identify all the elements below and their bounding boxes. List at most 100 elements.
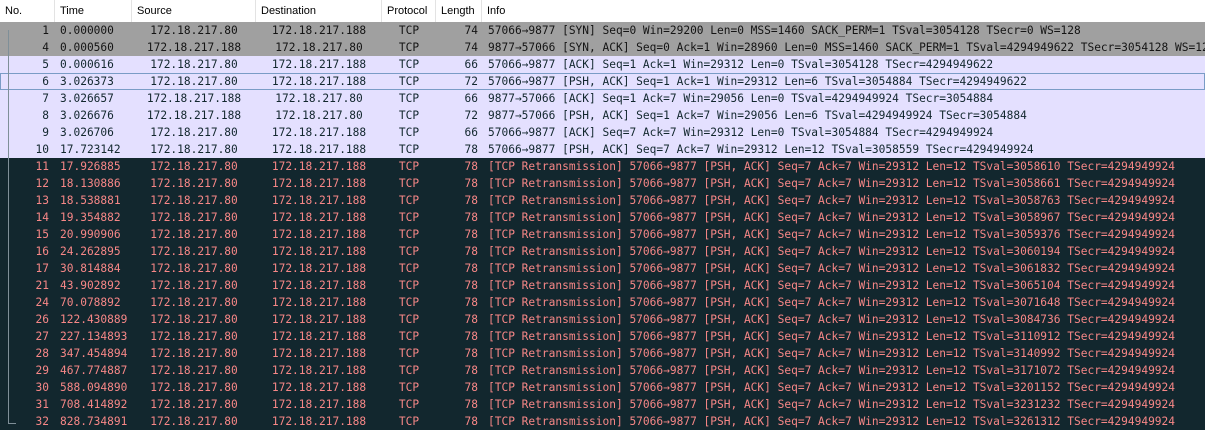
packet-info: [TCP Retransmission] 57066→9877 [PSH, AC… <box>488 262 1176 275</box>
column-header-no[interactable]: No. <box>0 0 55 22</box>
packet-destination: 172.18.217.188 <box>271 211 367 224</box>
packet-info: 57066→9877 [ACK] Seq=7 Ack=7 Win=29312 L… <box>488 126 994 139</box>
column-header-source[interactable]: Source <box>132 0 256 22</box>
packet-row[interactable]: 30 588.094890 172.18.217.80 172.18.217.188 T… <box>0 379 1205 396</box>
packet-row[interactable]: 28 347.454894 172.18.217.80 172.18.217.188 T… <box>0 345 1205 362</box>
packet-row[interactable]: 1 0.000000 172.18.217.80 172.18.217.188 TCP 7… <box>0 22 1205 39</box>
column-header-destination[interactable]: Destination <box>256 0 382 22</box>
packet-source: 172.18.217.188 <box>146 109 242 122</box>
packet-protocol: TCP <box>398 381 420 394</box>
packet-destination: 172.18.217.80 <box>275 41 363 54</box>
packet-row[interactable]: 8 3.026676 172.18.217.188 172.18.217.80 TCP 7… <box>0 107 1205 124</box>
packet-destination: 172.18.217.188 <box>271 194 367 207</box>
packet-protocol: TCP <box>398 279 420 292</box>
packet-row[interactable]: 32 828.734891 172.18.217.80 172.18.217.188 T… <box>0 413 1205 430</box>
packet-protocol: TCP <box>398 126 420 139</box>
column-header-info[interactable]: Info <box>482 0 1205 22</box>
packet-row[interactable]: 11 17.926885 172.18.217.80 172.18.217.188 TC… <box>0 158 1205 175</box>
packet-protocol: TCP <box>398 194 420 207</box>
packet-protocol: TCP <box>398 143 420 156</box>
packet-source: 172.18.217.80 <box>150 126 238 139</box>
column-header-time[interactable]: Time <box>55 0 132 22</box>
packet-source: 172.18.217.80 <box>150 211 238 224</box>
packet-protocol: TCP <box>398 398 420 411</box>
packet-source: 172.18.217.188 <box>146 92 242 105</box>
packet-protocol: TCP <box>398 296 420 309</box>
packet-source: 172.18.217.80 <box>150 364 238 377</box>
packet-row[interactable]: 9 3.026706 172.18.217.80 172.18.217.188 TCP 6… <box>0 124 1205 141</box>
packet-protocol: TCP <box>398 24 420 37</box>
packet-row[interactable]: 5 0.000616 172.18.217.80 172.18.217.188 TCP 6… <box>0 56 1205 73</box>
column-header-length[interactable]: Length <box>436 0 482 22</box>
conversation-bracket-end <box>8 423 16 424</box>
packet-row[interactable]: 16 24.262895 172.18.217.80 172.18.217.188 TC… <box>0 243 1205 260</box>
packet-length: 78 <box>464 245 478 258</box>
packet-destination: 172.18.217.188 <box>271 398 367 411</box>
packet-source: 172.18.217.80 <box>150 279 238 292</box>
packet-destination: 172.18.217.188 <box>271 75 367 88</box>
packet-info: 9877→57066 [PSH, ACK] Seq=1 Ack=7 Win=29… <box>488 109 1027 122</box>
packet-row[interactable]: 14 19.354882 172.18.217.80 172.18.217.188 TC… <box>0 209 1205 226</box>
packet-row[interactable]: 13 18.538881 172.18.217.80 172.18.217.188 TC… <box>0 192 1205 209</box>
packet-length: 78 <box>464 279 478 292</box>
packet-row[interactable]: 21 43.902892 172.18.217.80 172.18.217.188 TC… <box>0 277 1205 294</box>
packet-destination: 172.18.217.188 <box>271 245 367 258</box>
packet-row[interactable]: 24 70.078892 172.18.217.80 172.18.217.188 TC… <box>0 294 1205 311</box>
packet-row[interactable]: 15 20.990906 172.18.217.80 172.18.217.188 TC… <box>0 226 1205 243</box>
packet-destination: 172.18.217.188 <box>271 177 367 190</box>
packet-info: [TCP Retransmission] 57066→9877 [PSH, AC… <box>488 415 1176 428</box>
packet-time: 17.723142 <box>60 143 121 156</box>
packet-destination: 172.18.217.188 <box>271 228 367 241</box>
packet-time: 70.078892 <box>60 296 121 309</box>
packet-length: 78 <box>464 364 478 377</box>
packet-length: 78 <box>464 262 478 275</box>
packet-row[interactable]: 6 3.026373 172.18.217.80 172.18.217.188 TCP 7… <box>0 73 1205 90</box>
packet-time: 18.538881 <box>60 194 121 207</box>
packet-source: 172.18.217.80 <box>150 381 238 394</box>
packet-destination: 172.18.217.188 <box>271 58 367 71</box>
packet-protocol: TCP <box>398 75 420 88</box>
packet-time: 20.990906 <box>60 228 121 241</box>
packet-row[interactable]: 27 227.134893 172.18.217.80 172.18.217.188 T… <box>0 328 1205 345</box>
packet-protocol: TCP <box>398 313 420 326</box>
packet-source: 172.18.217.80 <box>150 228 238 241</box>
packet-protocol: TCP <box>398 330 420 343</box>
packet-destination: 172.18.217.188 <box>271 381 367 394</box>
packet-length: 78 <box>464 228 478 241</box>
packet-row[interactable]: 4 0.000560 172.18.217.188 172.18.217.80 TCP 7… <box>0 39 1205 56</box>
packet-row[interactable]: 10 17.723142 172.18.217.80 172.18.217.188 TC… <box>0 141 1205 158</box>
packet-time: 0.000616 <box>60 58 114 71</box>
conversation-bracket <box>8 30 9 424</box>
packet-time: 708.414892 <box>60 398 128 411</box>
packet-info: [TCP Retransmission] 57066→9877 [PSH, AC… <box>488 381 1176 394</box>
packet-row[interactable]: 31 708.414892 172.18.217.80 172.18.217.188 T… <box>0 396 1205 413</box>
packet-destination: 172.18.217.188 <box>271 296 367 309</box>
packet-info: 9877→57066 [SYN, ACK] Seq=0 Ack=1 Win=28… <box>488 41 1205 54</box>
packet-row[interactable]: 7 3.026657 172.18.217.188 172.18.217.80 TCP 6… <box>0 90 1205 107</box>
packet-length: 78 <box>464 381 478 394</box>
packet-row[interactable]: 17 30.814884 172.18.217.80 172.18.217.188 TC… <box>0 260 1205 277</box>
packet-time: 18.130886 <box>60 177 121 190</box>
packet-time: 30.814884 <box>60 262 121 275</box>
packet-info: 57066→9877 [PSH, ACK] Seq=7 Ack=7 Win=29… <box>488 143 1034 156</box>
packet-row[interactable]: 29 467.774887 172.18.217.80 172.18.217.188 T… <box>0 362 1205 379</box>
packet-protocol: TCP <box>398 415 420 428</box>
packet-destination: 172.18.217.80 <box>275 109 363 122</box>
packet-info: [TCP Retransmission] 57066→9877 [PSH, AC… <box>488 211 1176 224</box>
packet-info: [TCP Retransmission] 57066→9877 [PSH, AC… <box>488 398 1176 411</box>
packet-time: 3.026706 <box>60 126 114 139</box>
packet-time: 0.000560 <box>60 41 114 54</box>
packet-length: 78 <box>464 160 478 173</box>
packet-destination: 172.18.217.188 <box>271 143 367 156</box>
packet-source: 172.18.217.80 <box>150 330 238 343</box>
packet-length: 74 <box>464 41 478 54</box>
packet-info: [TCP Retransmission] 57066→9877 [PSH, AC… <box>488 177 1176 190</box>
column-header-protocol[interactable]: Protocol <box>382 0 436 22</box>
packet-info: 57066→9877 [ACK] Seq=1 Ack=1 Win=29312 L… <box>488 58 994 71</box>
packet-row[interactable]: 26 122.430889 172.18.217.80 172.18.217.188 T… <box>0 311 1205 328</box>
packet-time: 17.926885 <box>60 160 121 173</box>
packet-source: 172.18.217.80 <box>150 313 238 326</box>
packet-row[interactable]: 12 18.130886 172.18.217.80 172.18.217.188 TC… <box>0 175 1205 192</box>
packet-protocol: TCP <box>398 92 420 105</box>
packet-info: [TCP Retransmission] 57066→9877 [PSH, AC… <box>488 245 1176 258</box>
